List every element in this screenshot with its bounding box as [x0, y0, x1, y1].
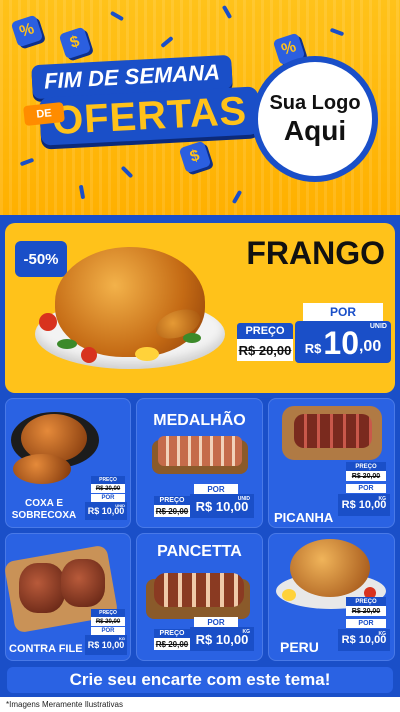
- featured-product-card[interactable]: -50% FRANGO POR PREÇO R$ 20,00 UNID R$ 1…: [5, 223, 395, 393]
- herb: [183, 333, 201, 343]
- product-name: COXA E SOBRECOXA: [11, 498, 77, 521]
- discount-badge: -50%: [15, 241, 67, 277]
- old-price-label: PREÇO: [154, 496, 190, 505]
- steak-image: [61, 559, 105, 607]
- lemon: [135, 347, 159, 361]
- old-price-label: PREÇO: [91, 476, 125, 484]
- product-name: PANCETTA: [157, 543, 242, 560]
- unit-label: KG: [242, 629, 251, 635]
- unit-label: UNID: [369, 323, 387, 330]
- disclaimer-footnote: *Imagens Meramente Ilustrativas: [0, 697, 400, 712]
- currency: R$: [304, 341, 322, 356]
- new-price: UNID R$ 10 ,00: [295, 321, 391, 363]
- new-price: UNID R$ 10,00: [85, 502, 127, 520]
- price-value: R$ 10,00: [195, 631, 249, 647]
- header-banner: % $ % $ FIM DE SEMANA DE OFERTAS Sua Log…: [0, 0, 400, 215]
- new-price: KG R$ 10,00: [338, 494, 390, 516]
- por-label: POR: [303, 303, 383, 321]
- new-price: KG R$ 10,00: [85, 635, 127, 655]
- product-card[interactable]: PANCETTA POR PREÇO R$ 20,00 KG R$ 10,00: [136, 533, 263, 661]
- logo-line-1: Sua Logo: [269, 91, 361, 114]
- tomato: [39, 313, 57, 331]
- unit-label: KG: [378, 631, 387, 637]
- old-price-label: PREÇO: [237, 323, 293, 339]
- por-label: POR: [194, 484, 238, 494]
- old-price-value: R$ 20,00: [351, 607, 381, 615]
- bacon-skewers-image: [158, 436, 242, 466]
- create-flyer-button[interactable]: Crie seu encarte com este tema!: [7, 667, 393, 693]
- old-price: R$ 20,00: [346, 471, 386, 481]
- por-label: POR: [346, 619, 386, 628]
- product-card[interactable]: COXA E SOBRECOXA PREÇO R$ 20,00 POR UNID…: [5, 398, 131, 528]
- old-price-value: R$ 20,00: [351, 472, 381, 480]
- chicken-body: [55, 247, 205, 357]
- old-price: R$ 20,00: [91, 484, 125, 493]
- chicken-thigh-image: [13, 454, 71, 484]
- tomato: [81, 347, 97, 363]
- old-price: R$ 20,00: [237, 339, 293, 361]
- unit-label: KG: [119, 636, 125, 641]
- product-card[interactable]: PREÇO R$ 20,00 POR KG R$ 10,00 PERU: [268, 533, 395, 661]
- product-card[interactable]: PREÇO R$ 20,00 POR KG R$ 10,00 CONTRA FIL…: [5, 533, 131, 661]
- old-price-value: R$ 20,00: [238, 342, 292, 358]
- unit-label: UNID: [115, 503, 125, 508]
- old-price-value: R$ 20,00: [155, 506, 189, 516]
- product-card[interactable]: MEDALHÃO POR PREÇO R$ 20,00 UNID R$ 10,00: [136, 398, 263, 528]
- sliced-steak-image: [294, 414, 372, 448]
- old-price-label: PREÇO: [154, 629, 190, 638]
- new-price: UNID R$ 10,00: [190, 494, 254, 518]
- old-price: R$ 20,00: [91, 617, 125, 626]
- herb: [57, 339, 77, 349]
- logo-line-2: Aqui: [283, 114, 347, 146]
- old-price-label: PREÇO: [346, 597, 386, 606]
- lemon: [282, 589, 296, 601]
- pancetta-image: [154, 573, 244, 607]
- product-name: MEDALHÃO: [153, 412, 246, 429]
- unit-label: KG: [378, 496, 387, 502]
- product-name: PERU: [280, 639, 319, 655]
- product-name: PICANHA: [274, 510, 334, 525]
- new-price: KG R$ 10,00: [338, 629, 390, 651]
- product-card[interactable]: PREÇO R$ 20,00 POR KG R$ 10,00 PICANHA: [268, 398, 395, 528]
- old-price: R$ 20,00: [154, 638, 190, 650]
- price-integer: 10: [323, 325, 359, 361]
- old-price: R$ 20,00: [346, 606, 386, 616]
- por-label: POR: [194, 617, 238, 627]
- title-badge: DE: [23, 101, 65, 127]
- old-price: R$ 20,00: [154, 505, 190, 517]
- unit-label: UNID: [237, 496, 250, 502]
- price-decimal: ,00: [358, 338, 382, 355]
- old-price-value: R$ 20,00: [95, 485, 121, 492]
- new-price: KG R$ 10,00: [190, 627, 254, 651]
- por-label: POR: [91, 627, 125, 635]
- product-name: CONTRA FILE: [9, 643, 83, 655]
- por-label: POR: [91, 494, 125, 502]
- steak-image: [19, 563, 65, 613]
- price-value: R$ 10,00: [87, 640, 125, 650]
- old-price-value: R$ 20,00: [95, 618, 121, 625]
- por-label: POR: [346, 484, 386, 493]
- old-price-label: PREÇO: [346, 462, 386, 471]
- logo-placeholder: Sua Logo Aqui: [252, 56, 378, 182]
- old-price-value: R$ 20,00: [155, 639, 189, 649]
- old-price-label: PREÇO: [91, 609, 125, 617]
- roast-turkey-image: [290, 539, 370, 597]
- featured-product-name: FRANGO: [246, 235, 385, 271]
